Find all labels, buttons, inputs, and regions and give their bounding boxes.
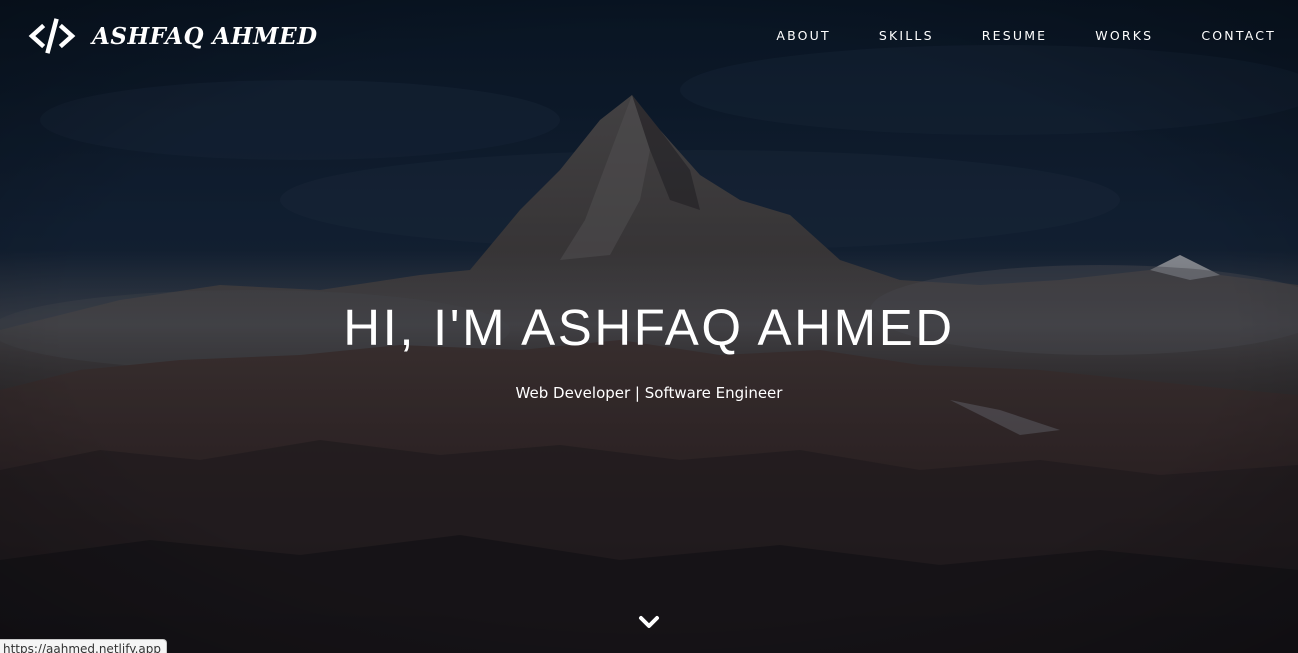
brand-name: ASHFAQ AHMED (92, 22, 318, 50)
code-slash-icon (28, 18, 76, 54)
hero-section: ASHFAQ AHMED ABOUT SKILLS RESUME WORKS C… (0, 0, 1298, 653)
brand-link[interactable]: ASHFAQ AHMED (28, 18, 318, 54)
nav-link-about[interactable]: ABOUT (776, 26, 831, 46)
browser-status-bar-url: https://aahmed.netlify.app (0, 639, 167, 653)
nav-link-works[interactable]: WORKS (1095, 26, 1153, 46)
nav-link-contact[interactable]: CONTACT (1201, 26, 1276, 46)
nav-link-skills[interactable]: SKILLS (879, 26, 934, 46)
scroll-down-button[interactable] (637, 610, 661, 634)
navbar: ASHFAQ AHMED ABOUT SKILLS RESUME WORKS C… (0, 0, 1298, 72)
hero-subtitle: Web Developer | Software Engineer (515, 384, 783, 402)
nav-links: ABOUT SKILLS RESUME WORKS CONTACT (728, 26, 1276, 46)
chevron-down-icon (639, 616, 659, 628)
nav-link-resume[interactable]: RESUME (982, 26, 1048, 46)
hero-title: HI, I'M ASHFAQ AHMED (343, 299, 955, 356)
